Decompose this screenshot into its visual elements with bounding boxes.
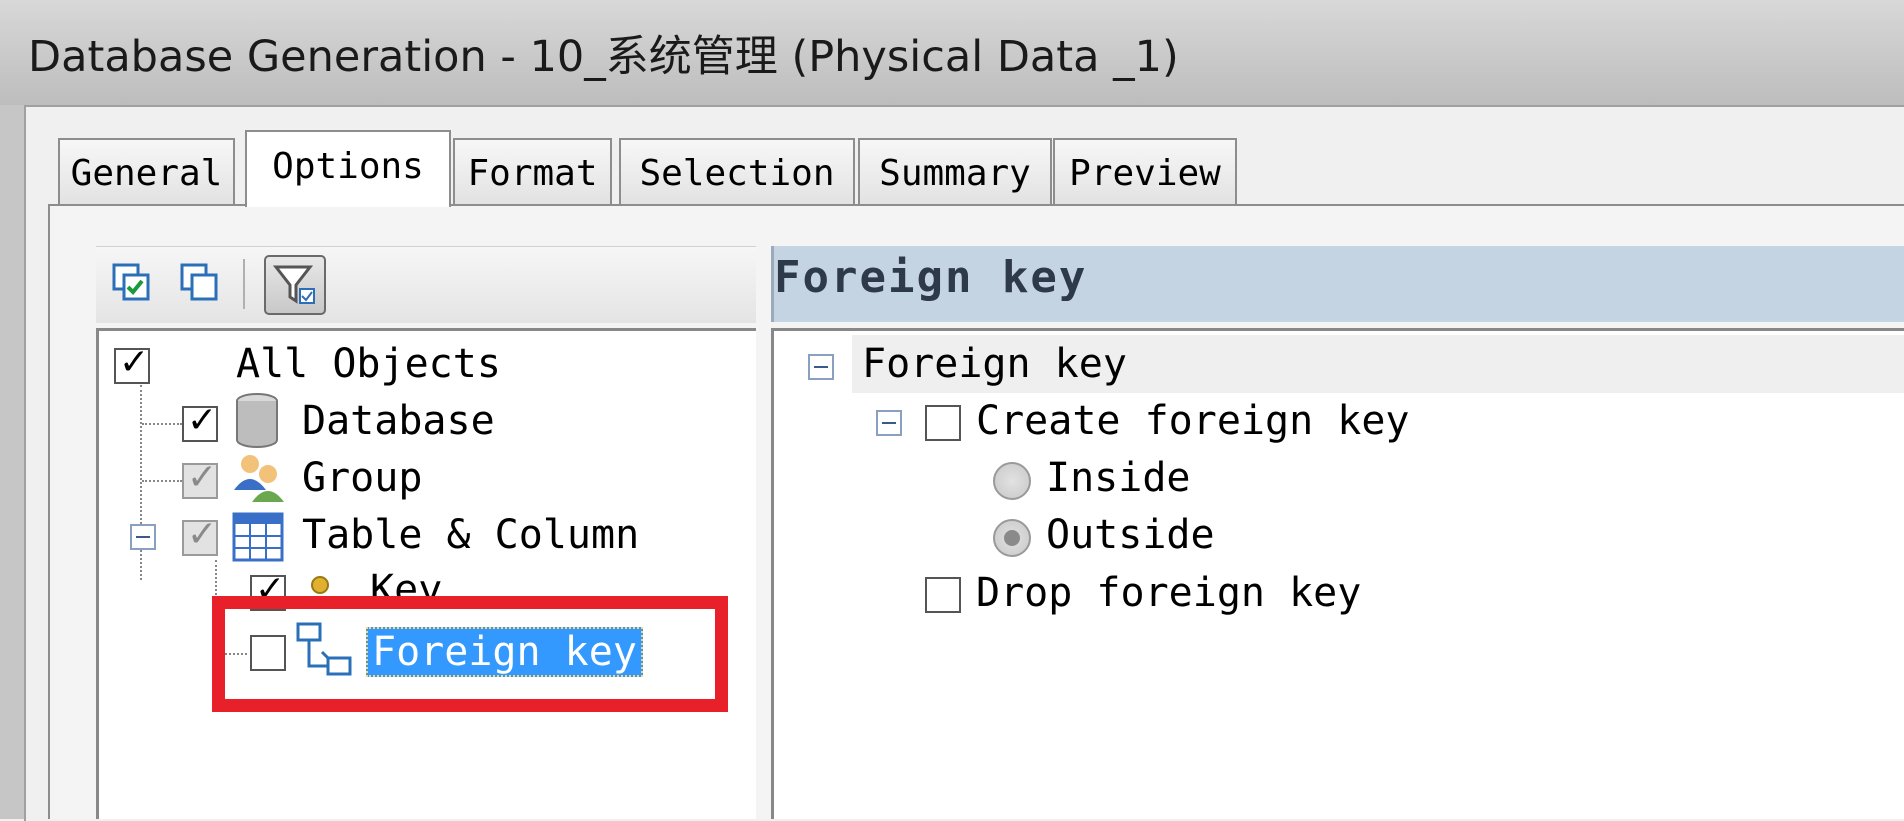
window-title: Database Generation - 10_系统管理 (Physical … [28,32,1179,82]
tree-item-label: Foreign key [366,627,643,677]
foreign-key-icon [296,622,352,682]
group-icon [230,450,286,510]
checkbox-database[interactable] [182,400,218,442]
tree-item-foreign-key[interactable]: Foreign key [366,624,643,680]
checkbox-foreign-key[interactable] [250,635,286,671]
tree-item-key[interactable]: Key [370,562,442,596]
checkbox-all-objects[interactable] [114,342,150,384]
tab-general[interactable]: General [58,138,235,205]
select-all-icon[interactable] [110,261,154,305]
tab-format[interactable]: Format [453,138,612,205]
option-drop-foreign-key[interactable]: Drop foreign key [976,565,1361,621]
tree-item-database[interactable]: Database [302,393,495,449]
tree-item-group[interactable]: Group [302,450,422,506]
checkbox-group[interactable] [182,457,218,499]
collapse-foreign-key-section[interactable] [808,354,834,380]
option-label: Drop foreign key [976,570,1362,616]
options-header: Foreign key [771,246,1904,322]
radio-inside[interactable] [993,462,1031,500]
option-outside[interactable]: Outside [1046,507,1215,563]
tree-item-label: Table & Column [302,512,640,558]
tree-line [140,385,142,580]
radio-outside[interactable] [993,519,1031,557]
title-bar: Database Generation - 10_系统管理 (Physical … [0,0,1904,105]
tree-item-label: Key [370,567,443,596]
option-inside[interactable]: Inside [1046,450,1191,506]
tree-line [142,480,182,482]
window-frame [0,105,24,819]
tab-selection[interactable]: Selection [619,138,855,205]
section-foreign-key: Foreign key [862,336,1127,392]
option-label: Create foreign key [976,398,1410,444]
tree-item-table-column[interactable]: Table & Column [302,507,639,563]
filter-icon[interactable] [264,255,326,315]
checkbox-table-column[interactable] [182,514,218,556]
collapse-table-column[interactable] [130,524,156,550]
section-label: Foreign key [862,341,1127,387]
radio-label: Outside [1046,512,1215,558]
tree-item-label: Group [302,455,423,501]
toolbar-separator [243,259,245,309]
table-icon [232,512,284,566]
checkbox-drop-foreign-key[interactable] [925,577,961,613]
options-header-title: Foreign key [774,252,1088,303]
tree-item-all-objects[interactable]: All Objects [236,336,501,392]
tree-item-label: Database [302,398,495,444]
tree-item-label: All Objects [236,341,501,387]
radio-label: Inside [1046,455,1191,501]
tab-summary[interactable]: Summary [858,138,1052,205]
tree-toolbar [96,246,756,323]
database-icon [234,392,280,454]
deselect-all-icon[interactable] [178,261,222,305]
tab-options[interactable]: Options [245,130,451,207]
tree-line [142,423,182,425]
tab-preview[interactable]: Preview [1053,138,1237,205]
collapse-create-fk[interactable] [876,410,902,436]
option-create-foreign-key[interactable]: Create foreign key [976,393,1409,449]
checkbox-create-foreign-key[interactable] [925,405,961,441]
